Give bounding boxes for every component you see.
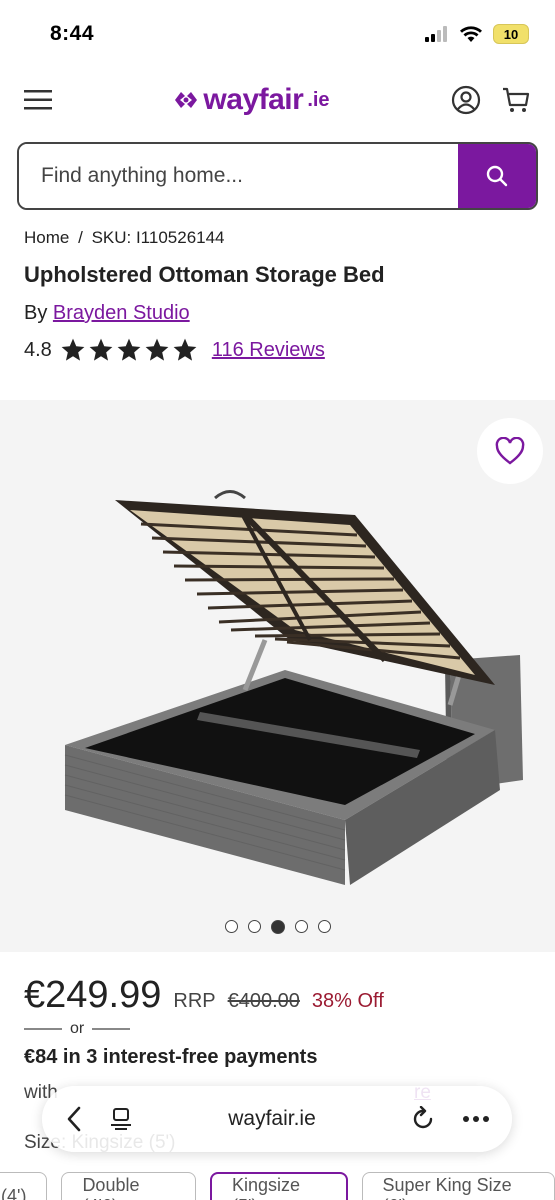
logo-word: wayfair bbox=[203, 83, 304, 116]
size-option[interactable]: (4') bbox=[0, 1172, 48, 1200]
wayfair-logo[interactable]: wayfair .ie bbox=[173, 83, 330, 117]
bed-product-image bbox=[64, 490, 523, 885]
installment-payments: €84 in 3 interest-free payments bbox=[24, 1046, 318, 1068]
size-option[interactable]: Double (4'6) bbox=[61, 1172, 197, 1200]
carousel-dot[interactable] bbox=[294, 920, 308, 933]
carousel-dot[interactable] bbox=[247, 920, 261, 933]
browser-toolbar: wayfair.ie bbox=[42, 1086, 512, 1152]
sale-price: €249.99 bbox=[24, 974, 162, 1016]
header: wayfair .ie bbox=[0, 68, 555, 132]
reload-icon[interactable] bbox=[410, 1106, 436, 1132]
star-icon bbox=[173, 338, 197, 361]
star-rating bbox=[60, 337, 198, 363]
status-icons: 10 bbox=[425, 24, 529, 44]
carousel-dot[interactable] bbox=[317, 920, 331, 933]
favorite-button[interactable] bbox=[477, 418, 543, 484]
battery-level: 10 bbox=[503, 26, 519, 42]
size-option-selected[interactable]: Kingsize (5') bbox=[210, 1172, 348, 1200]
or-divider: or bbox=[24, 1020, 131, 1038]
battery-icon: 10 bbox=[493, 24, 529, 44]
search-bar bbox=[17, 142, 538, 210]
wifi-icon bbox=[460, 26, 482, 42]
breadcrumb-separator: / bbox=[78, 228, 83, 247]
price-row: €249.99 RRP €400.00 38% Off bbox=[24, 974, 384, 1017]
reader-icon[interactable] bbox=[108, 1107, 134, 1131]
heart-icon bbox=[495, 437, 525, 465]
breadcrumb-home[interactable]: Home bbox=[24, 228, 69, 247]
carousel-dot-active[interactable] bbox=[270, 920, 285, 934]
logo-mark-icon bbox=[175, 92, 198, 108]
by-label: By bbox=[24, 302, 48, 324]
cart-icon[interactable] bbox=[501, 85, 531, 115]
star-icon bbox=[61, 338, 85, 361]
discount-badge: 38% Off bbox=[311, 990, 384, 1012]
browser-url[interactable]: wayfair.ie bbox=[228, 1107, 316, 1131]
status-bar: 8:44 10 bbox=[0, 0, 555, 68]
rating-line: 4.8 116 Reviews bbox=[24, 337, 555, 363]
account-icon[interactable] bbox=[451, 85, 481, 115]
product-title: Upholstered Ottoman Storage Bed bbox=[24, 262, 385, 287]
size-option[interactable]: Super King Size (6') bbox=[361, 1172, 555, 1200]
or-label: or bbox=[70, 1020, 85, 1037]
product-image-gallery[interactable] bbox=[0, 400, 555, 952]
size-options: (4') Double (4'6) Kingsize (5') Super Ki… bbox=[0, 1172, 555, 1200]
breadcrumb: Home / SKU: I110526144 bbox=[24, 228, 555, 248]
star-icon bbox=[117, 338, 141, 361]
logo-tld: .ie bbox=[307, 88, 330, 111]
reviews-link[interactable]: 116 Reviews bbox=[212, 339, 325, 362]
signal-icon bbox=[425, 26, 447, 42]
status-time: 8:44 bbox=[50, 22, 95, 45]
rrp-label: RRP bbox=[173, 990, 216, 1012]
search-input[interactable] bbox=[19, 144, 458, 208]
more-icon[interactable] bbox=[462, 1115, 490, 1123]
back-icon[interactable] bbox=[66, 1106, 82, 1132]
search-button[interactable] bbox=[458, 144, 536, 208]
rrp-value: €400.00 bbox=[227, 990, 300, 1012]
star-icon bbox=[145, 338, 169, 361]
brand-line: By Brayden Studio bbox=[24, 302, 555, 325]
menu-icon[interactable] bbox=[24, 89, 52, 111]
breadcrumb-sku: SKU: I110526144 bbox=[91, 228, 225, 247]
star-icon bbox=[89, 338, 113, 361]
rating-value: 4.8 bbox=[24, 338, 52, 361]
search-icon bbox=[486, 165, 508, 187]
brand-link[interactable]: Brayden Studio bbox=[53, 302, 190, 324]
carousel-dot[interactable] bbox=[224, 920, 238, 933]
carousel-dots bbox=[0, 920, 555, 934]
